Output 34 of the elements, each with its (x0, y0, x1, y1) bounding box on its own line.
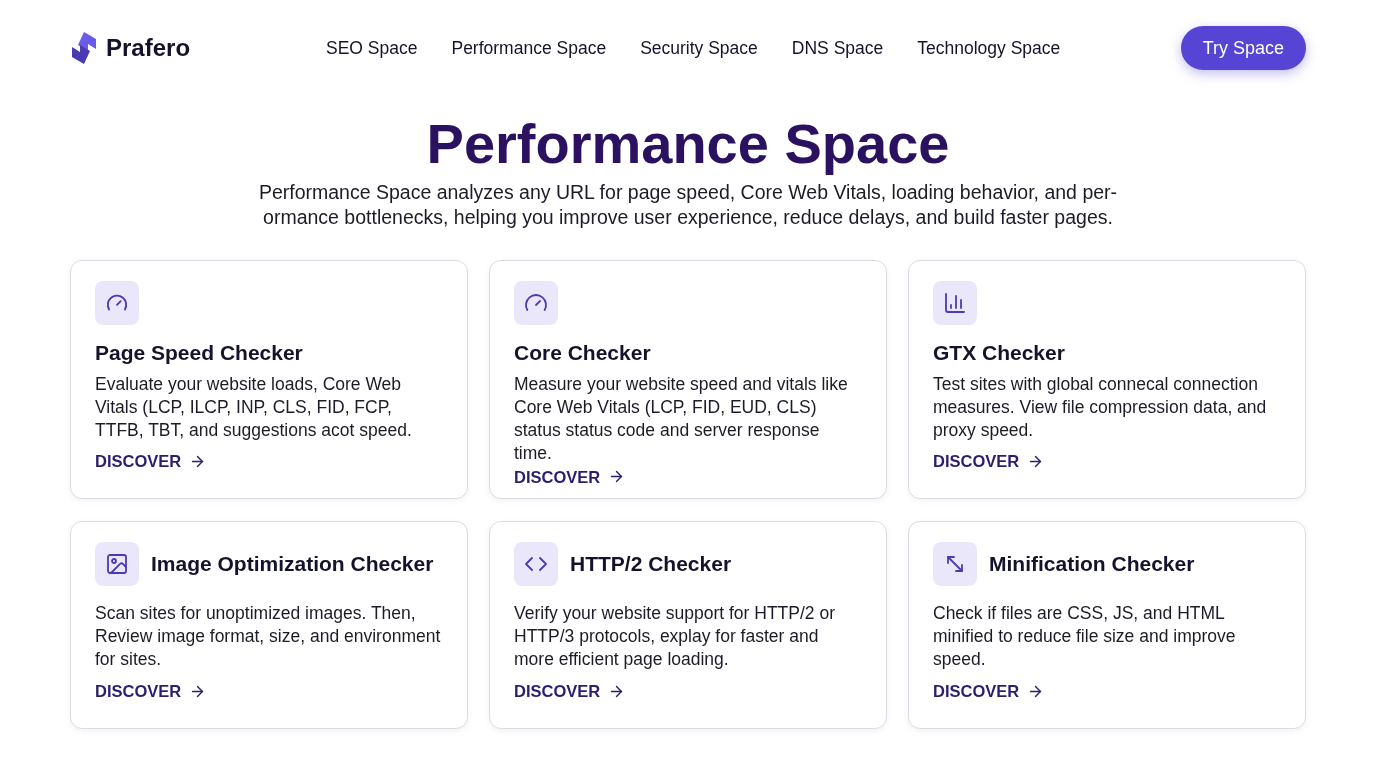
nav-link[interactable]: Security Space (640, 34, 758, 62)
page-description: Performance Space analyzes any URL for page speed, Core Web Vitals, loading behavior, and per-ormance bottlenecks, helping you improve user experience, reduce delays, and build faster pages. (257, 180, 1119, 230)
gauge-icon (514, 281, 558, 325)
card-description: Check if files are CSS, JS, and HTML minified to reduce file size and improve speed. (933, 602, 1237, 671)
nav-link[interactable]: Technology Space (917, 34, 1061, 62)
card-title: GTX Checker (933, 340, 1066, 366)
discover-link[interactable]: DISCOVER (95, 449, 207, 474)
discover-link[interactable]: DISCOVER (514, 464, 626, 490)
discover-link[interactable]: DISCOVER (95, 679, 207, 704)
card-title: Core Checker (514, 340, 652, 366)
image-icon (95, 542, 139, 586)
brand-name: Prafero (106, 33, 191, 63)
card-title: Image Optimization Checker (151, 551, 434, 578)
speedometer-icon (95, 281, 139, 325)
card-title: Minification Checker (989, 551, 1195, 578)
nav-link[interactable]: SEO Space (326, 34, 418, 62)
page-title: Performance Space (426, 111, 950, 177)
card-description: Test sites with global connecal connection measures. View file compression data, and proxy speed. (933, 372, 1268, 442)
try-space-button[interactable]: Try Space (1180, 26, 1306, 70)
card-title: HTTP/2 Checker (570, 551, 732, 578)
discover-link[interactable]: DISCOVER (933, 449, 1045, 474)
discover-link[interactable]: DISCOVER (514, 679, 626, 704)
card-description: Verify your website support for HTTP/2 or HTTP/3 protocols, explay for faster and more efficient page loading. (514, 602, 836, 671)
card-description: Evaluate your website loads, Core Web Vitals (LCP, ILCP, INP, CLS, FID, FCP, TTFB, TBT, and suggestions acot speed. (95, 372, 413, 442)
card-description: Measure your website speed and vitals like Core Web Vitals (LCP, FID, EUD, CLS) status status code and server response time. (514, 372, 849, 465)
logo-icon (70, 31, 98, 65)
card-description: Scan sites for unoptimized images. Then, Review image format, size, and environment for sites. (95, 602, 442, 671)
bar-chart-icon (933, 281, 977, 325)
nav-link[interactable]: Performance Space (451, 34, 607, 62)
card-title: Page Speed Checker (95, 340, 304, 366)
discover-link[interactable]: DISCOVER (933, 679, 1045, 704)
resize-arrows-icon (933, 542, 977, 586)
code-icon (514, 542, 558, 586)
nav-link[interactable]: DNS Space (791, 34, 884, 62)
